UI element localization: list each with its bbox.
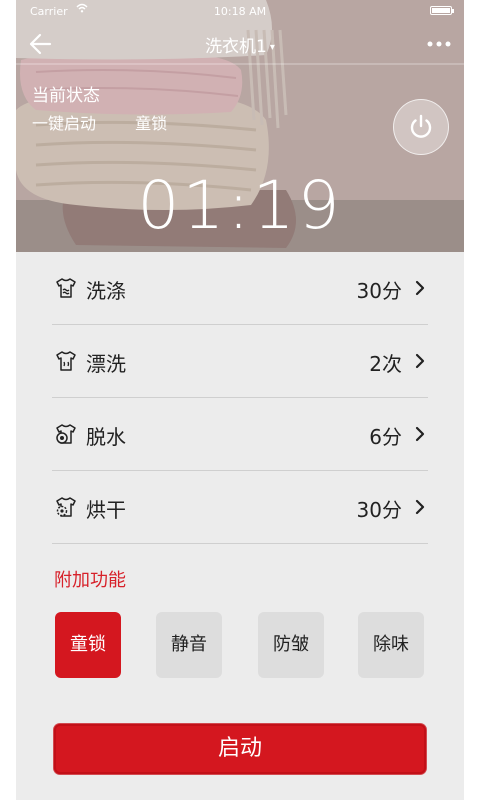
dropdown-caret-icon: ▾ [269,42,275,53]
device-title: 洗衣机1 [205,37,267,57]
hero-banner: Carrier 10:18 AM 洗衣机1 ▾ 当前状态 一键启动 童锁 01:… [16,0,464,252]
spin-shirt-icon [56,424,76,444]
mode-tag: 童锁 [135,114,168,133]
setting-label: 漂洗 [86,352,126,376]
rinse-shirt-icon [56,351,76,371]
dry-shirt-icon [56,497,76,517]
more-dots-icon [427,41,451,47]
current-status-label: 当前状态 [32,86,100,106]
setting-label: 洗涤 [86,279,126,303]
remaining-time: 01:19 [137,167,343,244]
clock: 10:18 AM [213,5,267,18]
chevron-right-icon [415,353,425,369]
chevron-right-icon [415,280,425,296]
setting-row-dry[interactable]: 烘干 30分 [52,471,428,544]
function-child-lock-button[interactable]: 童锁 [55,612,121,678]
function-mute-button[interactable]: 静音 [156,612,222,678]
back-arrow-icon [29,33,52,55]
power-icon [410,114,432,138]
battery-icon [430,6,454,15]
phone-screen: Carrier 10:18 AM 洗衣机1 ▾ 当前状态 一键启动 童锁 01:… [16,0,464,800]
setting-label: 脱水 [86,425,126,449]
setting-row-wash[interactable]: 洗涤 30分 [52,252,428,325]
setting-value: 2次 [369,352,402,376]
status-bar: Carrier 10:18 AM [16,0,464,24]
back-button[interactable] [26,30,54,58]
setting-value: 6分 [369,425,402,449]
program-settings-list: 洗涤 30分 漂洗 2次 脱水 6分 烘干 30分 [52,252,428,544]
chevron-right-icon [415,499,425,515]
device-selector[interactable]: 洗衣机1 ▾ [205,37,275,57]
setting-label: 烘干 [86,498,126,522]
function-deodorize-button[interactable]: 除味 [358,612,424,678]
mode-tags: 一键启动 童锁 [32,110,201,134]
navigation-bar: 洗衣机1 ▾ [16,24,464,64]
mode-tag: 一键启动 [32,114,97,133]
setting-value: 30分 [356,498,402,522]
setting-row-spin[interactable]: 脱水 6分 [52,398,428,471]
function-anti-wrinkle-button[interactable]: 防皱 [258,612,324,678]
setting-value: 30分 [356,279,402,303]
chevron-right-icon [415,426,425,442]
start-button[interactable]: 启动 [54,724,426,774]
power-button[interactable] [393,99,449,155]
extra-functions-title: 附加功能 [54,570,126,591]
setting-row-rinse[interactable]: 漂洗 2次 [52,325,428,398]
more-button[interactable] [422,30,456,58]
wash-shirt-icon [56,278,76,298]
